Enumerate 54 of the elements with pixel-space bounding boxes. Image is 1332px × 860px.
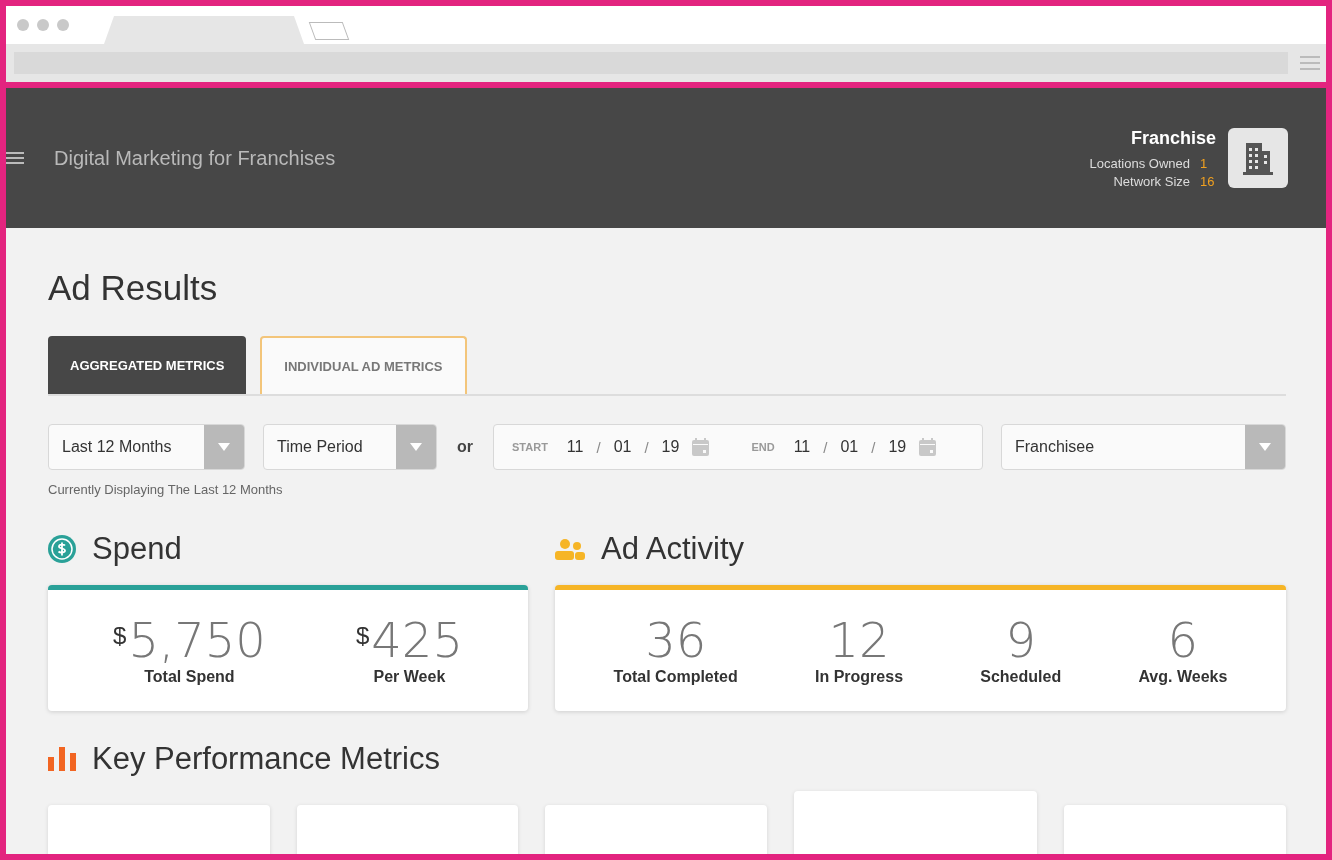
currency-symbol: $: [113, 621, 127, 650]
date-label: START: [512, 441, 548, 453]
calendar-icon[interactable]: [692, 438, 710, 456]
date-part: 01: [613, 438, 632, 456]
stat-number: 12: [828, 615, 890, 664]
stat-number: 425: [371, 615, 463, 664]
date-part: 11: [566, 438, 584, 456]
caret-icon: [218, 443, 230, 451]
date-part: 19: [661, 438, 680, 456]
date-part: 01: [840, 438, 859, 456]
date-part: 11: [793, 438, 811, 456]
menu-icon[interactable]: [6, 152, 24, 164]
date-label: END: [751, 441, 775, 453]
stat-caption: In Progress: [815, 667, 904, 686]
stat-number: 36: [645, 615, 707, 664]
caret-icon: [1259, 443, 1271, 451]
stat-value: 16: [1200, 173, 1216, 189]
page-title: Ad Results: [48, 268, 219, 308]
stat-caption: Avg. Weeks: [1138, 667, 1228, 686]
stat-number: 5,750: [128, 615, 266, 664]
profile-avatar[interactable]: [1228, 128, 1288, 188]
stat-caption: Total Completed: [613, 667, 738, 686]
or-label: or: [457, 438, 473, 456]
stat-number: 9: [1005, 615, 1036, 664]
currency-symbol: $: [355, 621, 370, 650]
date-separator: /: [644, 438, 649, 456]
new-tab-button[interactable]: [308, 22, 350, 40]
date-separator: /: [596, 438, 601, 456]
section-title: Ad Activity: [601, 531, 744, 567]
profile-name: Franchise: [1130, 127, 1216, 149]
date-separator: /: [823, 438, 828, 456]
section-title: Spend: [92, 531, 182, 567]
stat-label: Locations Owned: [1089, 155, 1190, 171]
building-icon: [1243, 141, 1273, 175]
stat-value: 1: [1200, 155, 1209, 171]
stat-number: 6: [1167, 615, 1199, 664]
range-select[interactable]: Last 12 Months: [48, 424, 245, 470]
bar-chart-icon: [48, 747, 76, 771]
tab[interactable]: INDIVIDUAL AD METRICS: [260, 336, 467, 394]
stat-caption: Per Week: [373, 667, 446, 686]
section-title: Key Performance Metrics: [92, 741, 440, 777]
date-part: 19: [888, 438, 907, 456]
filter-hint: Currently Displaying The Last 12 Months: [48, 482, 284, 497]
stat-label: Network Size: [1113, 173, 1190, 189]
date-range-field[interactable]: START 11 / 01 / 19 END 11 / 01 / 19: [493, 424, 983, 470]
app-title: Digital Marketing for Franchises: [54, 146, 336, 170]
date-separator: /: [871, 438, 876, 456]
calendar-icon[interactable]: [919, 438, 937, 456]
caret-icon: [410, 443, 422, 451]
stat-caption: Total Spend: [144, 667, 235, 686]
period-select[interactable]: Time Period: [263, 424, 437, 470]
franchisee-select[interactable]: Franchisee: [1001, 424, 1286, 470]
tab[interactable]: AGGREGATED METRICS: [48, 336, 247, 394]
stat-caption: Scheduled: [980, 667, 1062, 686]
